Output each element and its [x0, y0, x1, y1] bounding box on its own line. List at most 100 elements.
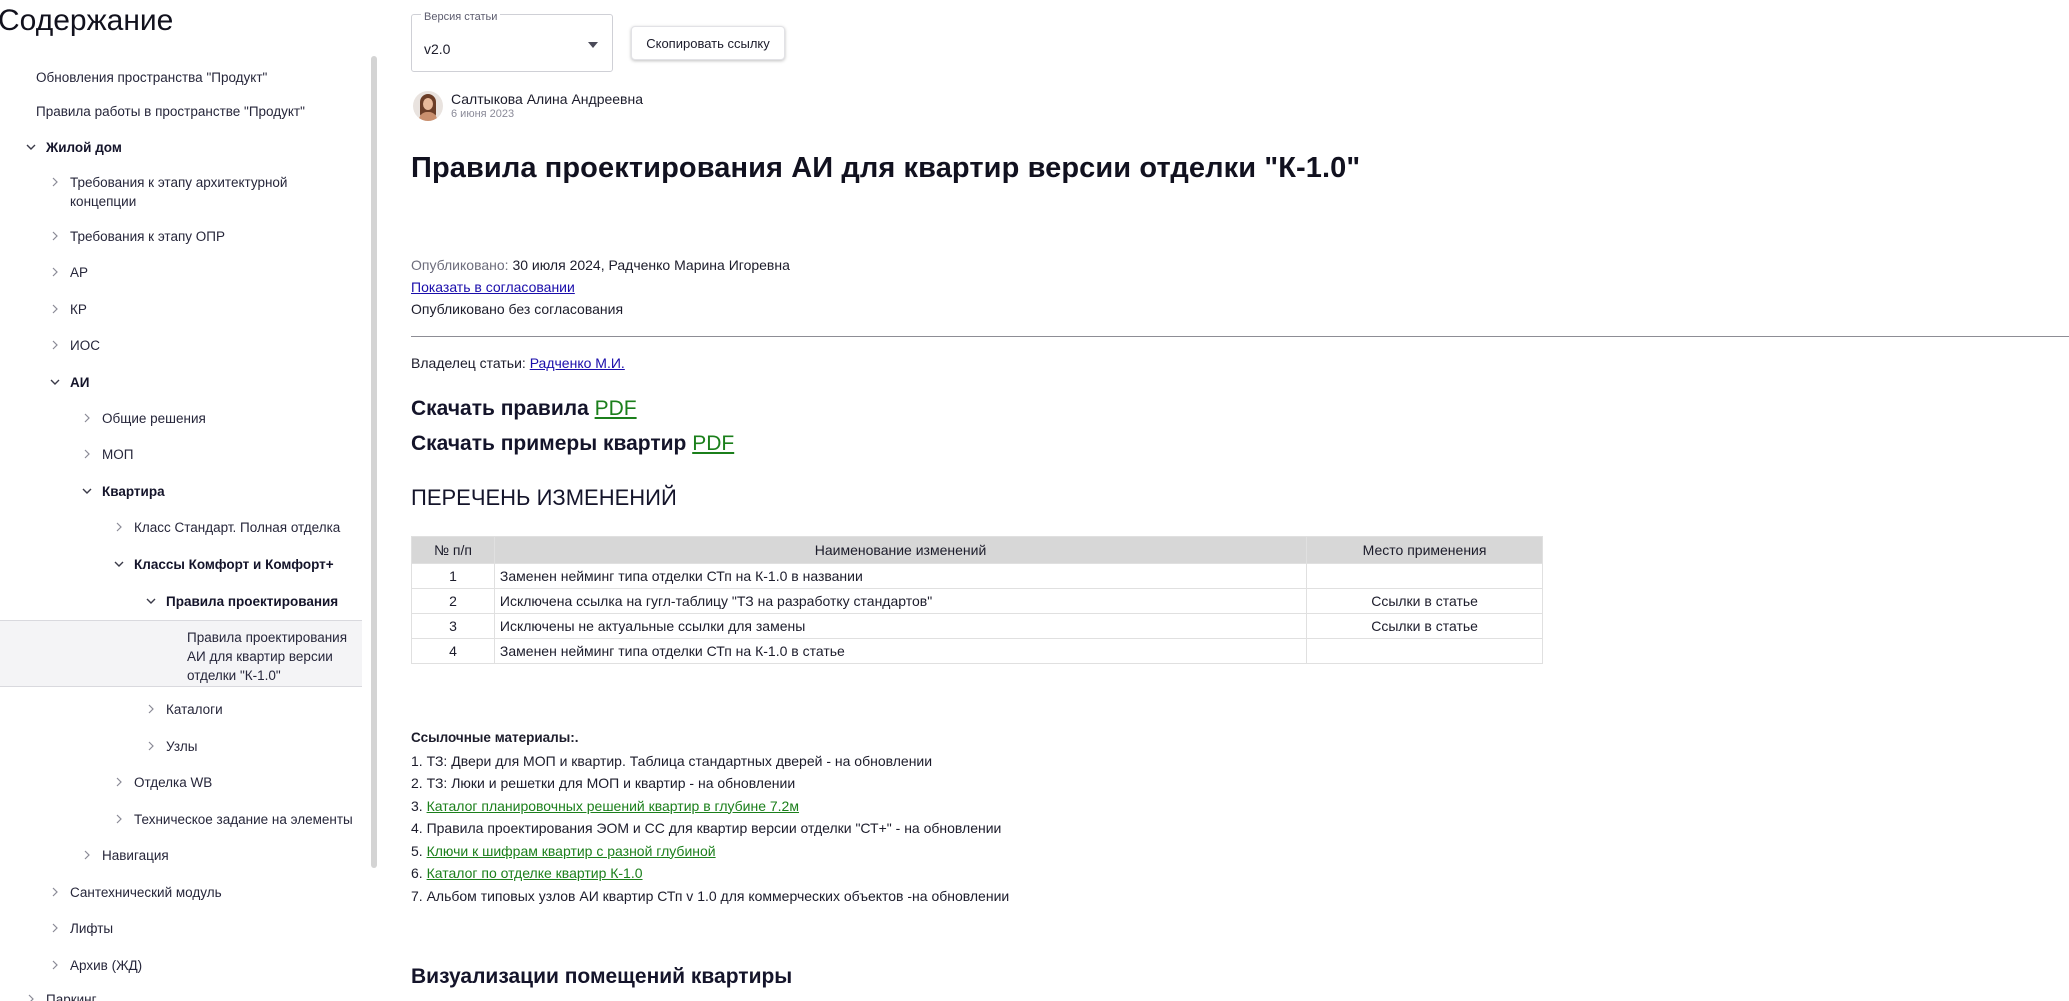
chevron-right-icon[interactable] [78, 409, 96, 427]
owner-link[interactable]: Радченко М.И. [530, 355, 625, 371]
toc-item-archive[interactable]: Архив (ЖД) [0, 956, 362, 975]
list-item: 1. ТЗ: Двери для МОП и квартир. Таблица … [411, 750, 1009, 773]
toc-item-label: КР [70, 302, 87, 317]
toc-item-label: Сантехнический модуль [70, 885, 222, 900]
catalog-layouts-link[interactable]: Каталог планировочных решений квартир в … [427, 798, 799, 814]
toc-item-general-solutions[interactable]: Общие решения [0, 409, 362, 428]
table-cell: 2 [411, 588, 495, 614]
table-cell: Ссылки в статье [1306, 613, 1543, 639]
toc-item-nodes[interactable]: Узлы [0, 737, 362, 756]
download-examples-pdf-link[interactable]: PDF [692, 432, 734, 455]
publication-info: Опубликовано: 30 июля 2024, Радченко Мар… [411, 254, 790, 320]
references-heading: Ссылочные материалы:. [411, 730, 579, 745]
toc-item-tech-spec[interactable]: Техническое задание на элементы [0, 810, 362, 829]
column-header: № п/п [411, 536, 495, 564]
download-examples-text: Скачать примеры квартир [411, 432, 687, 455]
chevron-right-icon[interactable] [46, 263, 64, 281]
toc-item-label: Техническое задание на элементы [134, 812, 353, 827]
toc-item-concept-requirements[interactable]: Требования к этапу архитектурной концепц… [0, 173, 362, 211]
table-header-row: № п/п Наименование изменений Место приме… [411, 536, 1543, 564]
chevron-down-icon[interactable] [46, 373, 64, 391]
list-item-number: 7. [411, 887, 427, 904]
toc-item-comfort-classes[interactable]: Классы Комфорт и Комфорт+ [0, 555, 362, 574]
toc-item-opr-requirements[interactable]: Требования к этапу ОПР [0, 227, 362, 246]
toc-item-wb-finish[interactable]: Отделка WB [0, 773, 362, 792]
chevron-right-icon[interactable] [142, 700, 160, 718]
toc-item-navigation[interactable]: Навигация [0, 846, 362, 865]
dropdown-arrow-icon[interactable] [588, 42, 598, 48]
chevron-right-icon[interactable] [46, 336, 64, 354]
chevron-right-icon[interactable] [110, 518, 128, 536]
toc-item-residential[interactable]: Жилой дом [0, 138, 362, 157]
toc-item-current-article[interactable]: Правила проектирования АИ для квартир ве… [0, 620, 362, 687]
chevron-right-icon[interactable] [110, 810, 128, 828]
published-label: Опубликовано: [411, 257, 509, 273]
toc-item-ai[interactable]: АИ [0, 373, 362, 392]
toc-item-mop[interactable]: МОП [0, 445, 362, 464]
toc-item-catalogs[interactable]: Каталоги [0, 700, 362, 719]
toc-item-product-rules[interactable]: Правила работы в пространстве "Продукт" [0, 102, 362, 121]
download-rules-pdf-link[interactable]: PDF [595, 397, 637, 420]
list-item-number: 2. [411, 775, 427, 791]
chevron-right-icon[interactable] [46, 956, 64, 974]
chevron-down-icon[interactable] [78, 482, 96, 500]
toc-item-label: Класс Стандарт. Полная отделка [134, 520, 341, 535]
reference-materials: Ссылочные материалы:. 1. ТЗ: Двери для М… [411, 727, 1009, 907]
list-item-number: 3. [411, 797, 427, 814]
published-value: 30 июля 2024, Радченко Марина Игоревна [512, 257, 790, 273]
divider [411, 336, 2069, 337]
toc-item-label: АИ [70, 375, 90, 390]
show-approvals-link[interactable]: Показать в согласовании [411, 279, 575, 295]
table-row: 4 Заменен нейминг типа отделки СТп на К-… [411, 638, 1543, 664]
chevron-right-icon[interactable] [78, 846, 96, 864]
toc-item-elevators[interactable]: Лифты [0, 919, 362, 938]
toc-item-design-rules[interactable]: Правила проектирования [0, 592, 362, 611]
table-cell: Исключена ссылка на гугл-таблицу "ТЗ на … [493, 588, 1308, 614]
list-item-number: 4. [411, 820, 427, 836]
table-cell [1306, 563, 1543, 589]
chevron-right-icon[interactable] [46, 227, 64, 245]
column-header: Место применения [1306, 536, 1543, 564]
toc-item-ios[interactable]: ИОС [0, 336, 362, 355]
version-select[interactable]: Версия статьи v2.0 [411, 11, 613, 72]
chevron-right-icon[interactable] [46, 883, 64, 901]
chevron-right-icon[interactable] [142, 737, 160, 755]
table-row: 1 Заменен нейминг типа отделки СТп на К-… [411, 563, 1543, 589]
chevron-right-icon[interactable] [46, 919, 64, 937]
chevron-right-icon[interactable] [78, 445, 96, 463]
published-status: Опубликовано без согласования [411, 301, 624, 317]
toc-item-label: Правила работы в пространстве "Продукт" [36, 104, 305, 119]
chevron-down-icon[interactable] [142, 592, 160, 610]
column-header: Наименование изменений [493, 536, 1308, 564]
toc-item-plumbing-module[interactable]: Сантехнический модуль [0, 883, 362, 902]
toc-item-label: Архив (ЖД) [70, 958, 143, 973]
list-item: 5. Ключи к шифрам квартир с разной глуби… [411, 840, 1009, 863]
table-cell [1306, 638, 1543, 664]
toc-item-label: Каталоги [166, 702, 223, 717]
chevron-right-icon[interactable] [22, 990, 40, 1001]
chevron-down-icon[interactable] [22, 138, 40, 156]
avatar[interactable] [413, 91, 443, 121]
toc-item-parking[interactable]: Паркинг [0, 990, 362, 1001]
chevron-right-icon[interactable] [46, 173, 64, 191]
version-select-label: Версия статьи [421, 11, 501, 23]
toc-item-kr[interactable]: КР [0, 300, 362, 319]
apartment-codes-link[interactable]: Ключи к шифрам квартир с разной глубиной [427, 843, 716, 859]
chevron-right-icon[interactable] [46, 300, 64, 318]
page-title: Правила проектирования АИ для квартир ве… [411, 152, 1361, 184]
toc-item-apartment[interactable]: Квартира [0, 482, 362, 501]
toc-item-product-updates[interactable]: Обновления пространства "Продукт" [0, 68, 362, 87]
sidebar-scrollbar[interactable] [371, 56, 377, 868]
toc-item-label: Обновления пространства "Продукт" [36, 70, 268, 85]
list-item: 6. Каталог по отделке квартир К-1.0 [411, 862, 1009, 885]
copy-link-button[interactable]: Скопировать ссылку [631, 26, 785, 60]
author-name[interactable]: Салтыкова Алина Андреевна [451, 91, 643, 108]
chevron-down-icon[interactable] [110, 555, 128, 573]
finish-catalog-link[interactable]: Каталог по отделке квартир К-1.0 [427, 865, 643, 881]
toc-item-standard-class[interactable]: Класс Стандарт. Полная отделка [0, 518, 362, 537]
table-row: 3 Исключены не актуальные ссылки для зам… [411, 613, 1543, 639]
chevron-right-icon[interactable] [110, 773, 128, 791]
visualization-heading: Визуализации помещений квартиры [411, 965, 793, 988]
toc-item-ar[interactable]: АР [0, 263, 362, 282]
toc-item-label: Классы Комфорт и Комфорт+ [134, 557, 334, 572]
